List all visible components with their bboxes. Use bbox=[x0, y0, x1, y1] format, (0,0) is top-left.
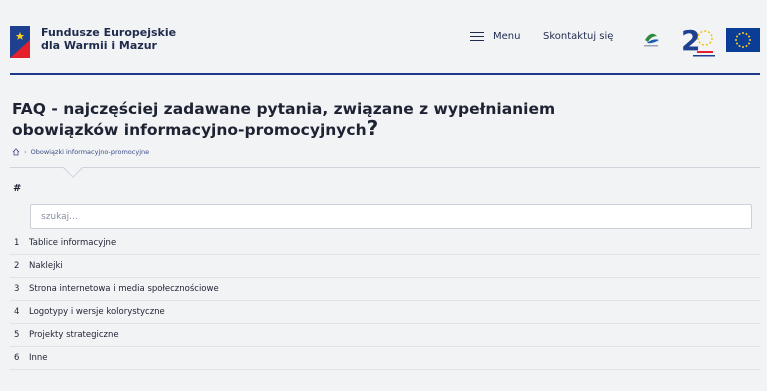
divider-notch bbox=[63, 158, 83, 178]
home-icon[interactable] bbox=[12, 148, 20, 156]
eu-flag-icon[interactable] bbox=[726, 28, 760, 52]
row-label[interactable]: Strona internetowa i media społecznościo… bbox=[29, 284, 219, 294]
page-title: FAQ - najczęściej zadawane pytania, zwią… bbox=[12, 100, 572, 140]
faq-category-row[interactable]: 4 Logotypy i wersje kolorystyczne bbox=[10, 301, 760, 324]
site-header: Fundusze Europejskie dla Warmii i Mazur … bbox=[0, 0, 767, 73]
faq-category-row[interactable]: 6 Inne bbox=[10, 347, 760, 370]
brand-text: Fundusze Europejskie dla Warmii i Mazur bbox=[41, 26, 176, 52]
column-header-number: # bbox=[13, 183, 22, 194]
row-label[interactable]: Tablice informacyjne bbox=[29, 238, 116, 248]
search-input[interactable] bbox=[30, 204, 752, 229]
contact-link[interactable]: Skontaktuj się bbox=[543, 31, 613, 42]
faq-category-row[interactable]: 5 Projekty strategiczne bbox=[10, 324, 760, 347]
anniversary-20-logo-icon[interactable]: 2 bbox=[679, 20, 717, 62]
faq-category-row[interactable]: 3 Strona internetowa i media społecznośc… bbox=[10, 278, 760, 301]
row-number: 1 bbox=[14, 238, 20, 248]
menu-button[interactable]: Menu bbox=[470, 31, 520, 42]
breadcrumb: › Obowiązki informacyjno-promocyjne bbox=[12, 148, 149, 156]
header-divider bbox=[10, 73, 760, 75]
section-divider bbox=[10, 167, 760, 168]
page-title-mark: ? bbox=[366, 116, 379, 140]
regional-logo-icon[interactable] bbox=[639, 26, 663, 50]
brand-line-1: Fundusze Europejskie bbox=[41, 26, 177, 39]
row-label[interactable]: Projekty strategiczne bbox=[29, 330, 119, 340]
row-label[interactable]: Naklejki bbox=[29, 261, 63, 271]
faq-category-row[interactable]: 1 Tablice informacyjne bbox=[10, 232, 760, 255]
funds-logo-icon bbox=[10, 26, 30, 58]
row-label[interactable]: Logotypy i wersje kolorystyczne bbox=[29, 307, 165, 317]
row-number: 3 bbox=[14, 284, 20, 294]
row-number: 2 bbox=[14, 261, 20, 271]
hamburger-icon bbox=[470, 31, 484, 42]
row-number: 5 bbox=[14, 330, 20, 340]
breadcrumb-current[interactable]: Obowiązki informacyjno-promocyjne bbox=[31, 148, 150, 156]
faq-category-list: 1 Tablice informacyjne 2 Naklejki 3 Stro… bbox=[10, 232, 760, 370]
row-label[interactable]: Inne bbox=[29, 353, 48, 363]
row-number: 6 bbox=[14, 353, 20, 363]
breadcrumb-separator-icon: › bbox=[24, 148, 27, 156]
row-number: 4 bbox=[14, 307, 20, 317]
menu-label: Menu bbox=[493, 31, 521, 42]
page-title-text: FAQ - najczęściej zadawane pytania, zwią… bbox=[12, 100, 556, 139]
faq-category-row[interactable]: 2 Naklejki bbox=[10, 255, 760, 278]
brand-logo-link[interactable]: Fundusze Europejskie dla Warmii i Mazur bbox=[10, 26, 176, 58]
brand-line-2: dla Warmii i Mazur bbox=[41, 39, 157, 52]
